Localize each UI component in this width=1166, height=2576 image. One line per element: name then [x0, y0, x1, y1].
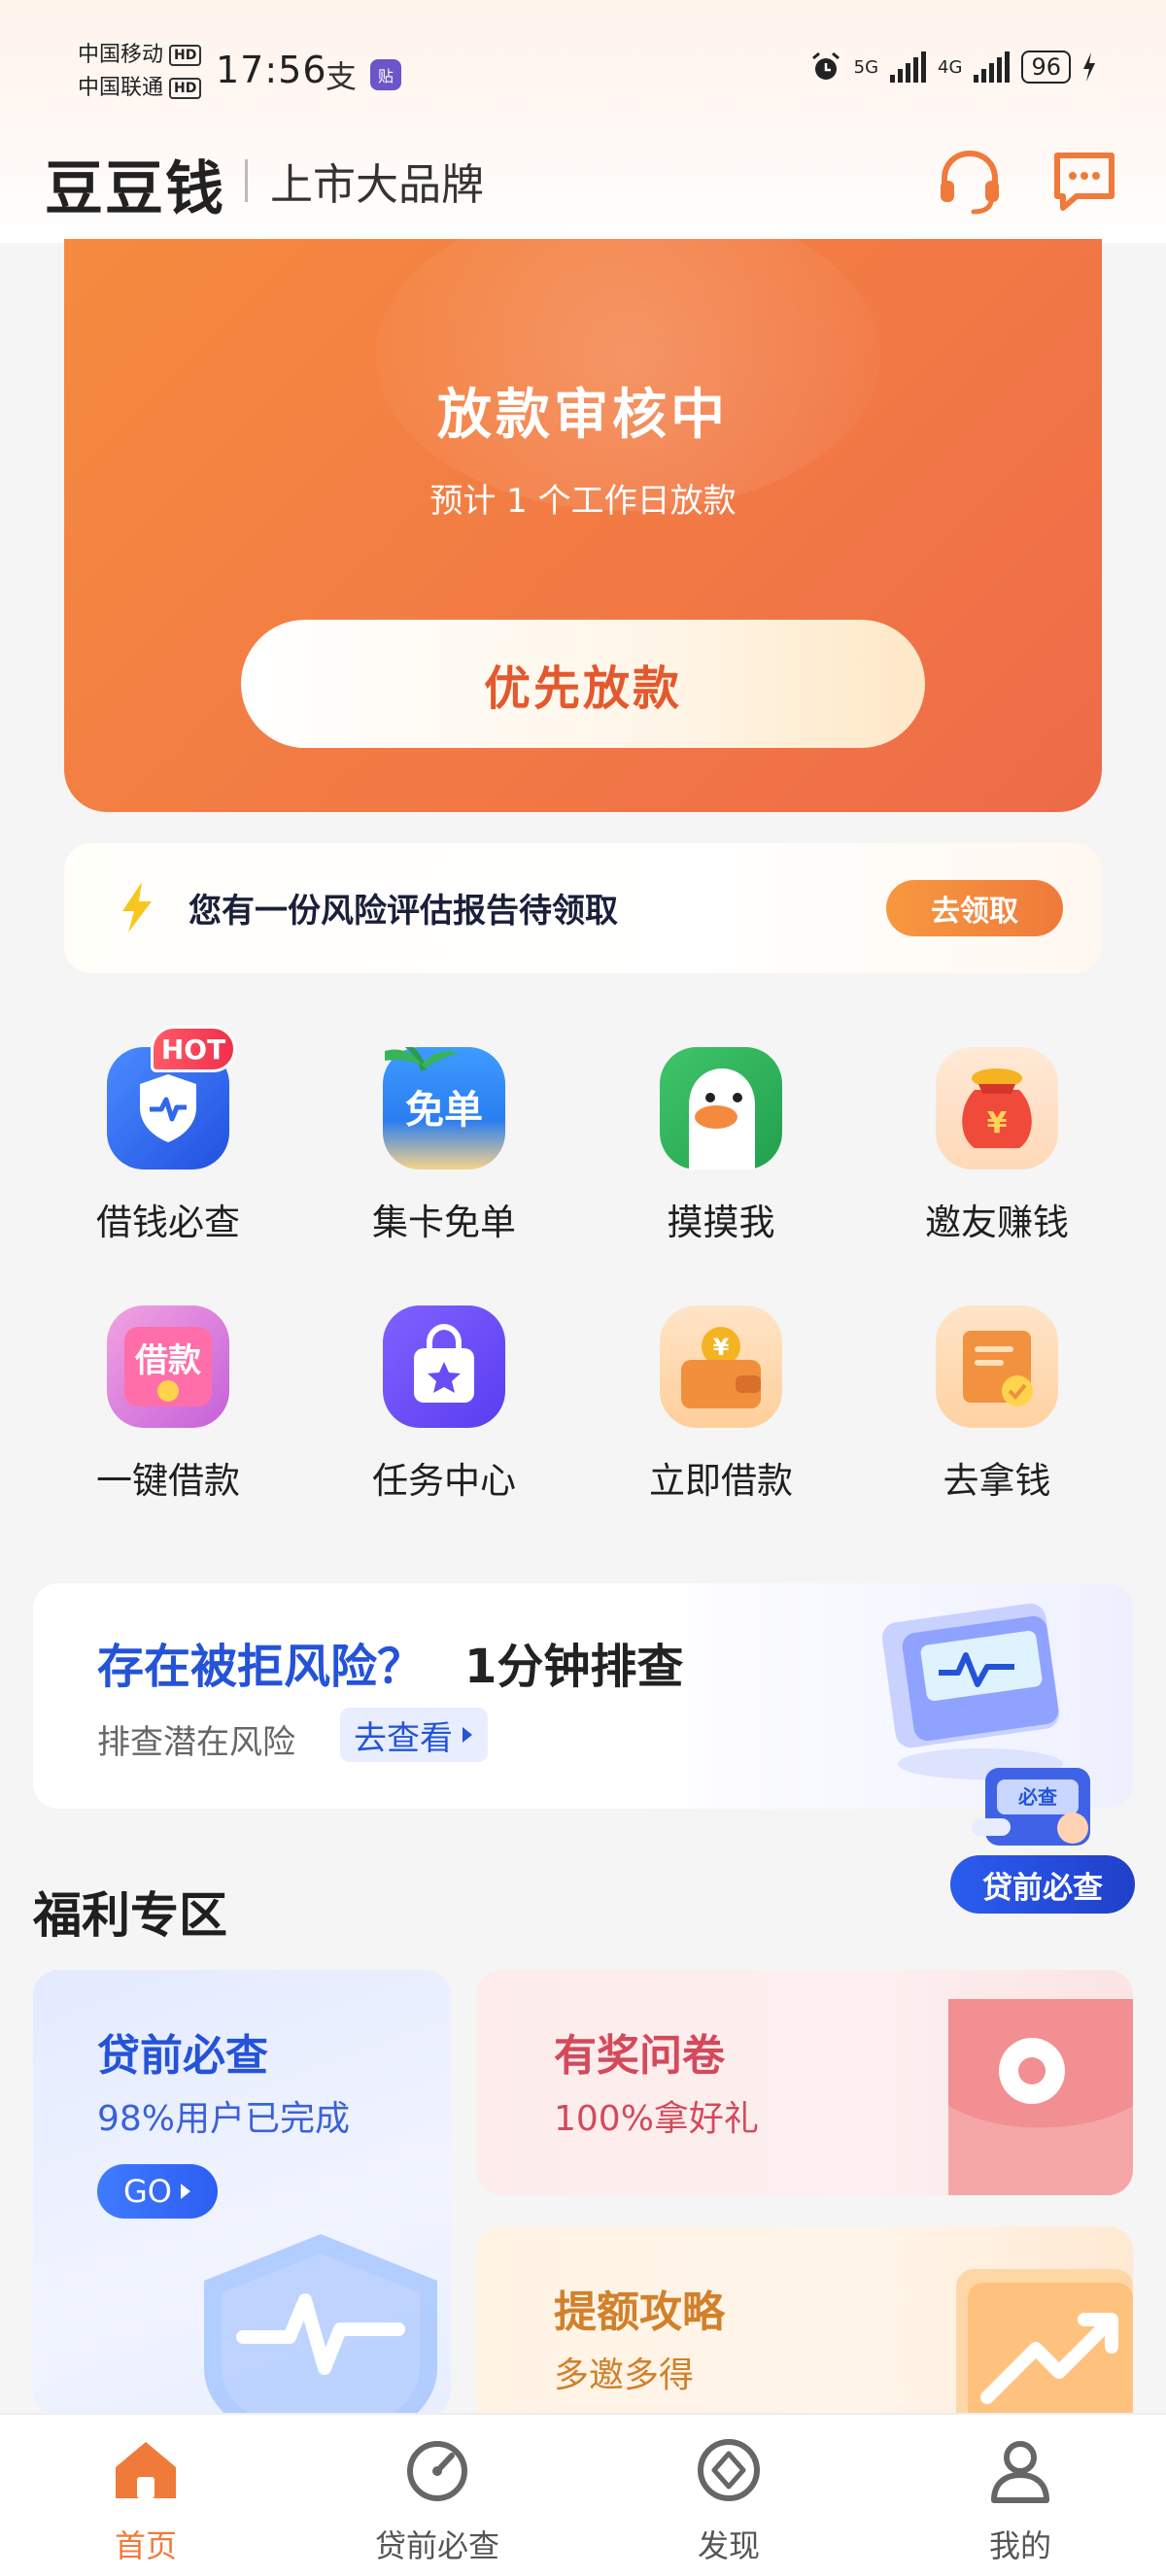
- risk-report-banner[interactable]: 您有一份风险评估报告待领取 去领取: [64, 843, 1102, 973]
- loan-status-card: 放款审核中 预计 1 个工作日放款 优先放款: [64, 239, 1102, 812]
- speedometer-icon: [407, 2441, 467, 2501]
- notification-icons: 支 贴: [326, 52, 402, 97]
- grid-item-get-money[interactable]: 去拿钱: [871, 1305, 1123, 1539]
- brand-divider: [245, 159, 248, 202]
- card-subtitle: 100%拿好礼: [554, 2099, 759, 2139]
- go-label: GO: [123, 2173, 172, 2210]
- app-notification-icon: 贴: [370, 59, 402, 90]
- nav-label: 发现: [697, 2527, 760, 2564]
- nav-pre-loan-check[interactable]: 贷前必查: [292, 2415, 583, 2576]
- clock: 17:56: [216, 49, 327, 91]
- priority-payout-button[interactable]: 优先放款: [241, 620, 925, 748]
- pre-loan-check-float-button[interactable]: 必查 贷前必查: [950, 1758, 1137, 1914]
- loan-status-title: 放款审核中: [437, 384, 729, 447]
- grid-item-label: 邀友赚钱: [925, 1202, 1069, 1243]
- nav-label: 贷前必查: [374, 2527, 499, 2564]
- status-right: 5G 4G 96: [809, 51, 1096, 84]
- wallet-icon: ¥: [660, 1305, 782, 1428]
- headset-icon: [941, 150, 999, 215]
- duck-icon: [660, 1047, 782, 1169]
- triangle-right-icon: [463, 1727, 472, 1743]
- grid-item-label: 任务中心: [372, 1460, 516, 1502]
- risk-title: 存在被拒风险？: [97, 1640, 425, 1694]
- grid-item-label: 集卡免单: [372, 1202, 516, 1243]
- hot-badge: HOT: [151, 1026, 236, 1072]
- home-icon: [116, 2442, 176, 2498]
- charging-icon: [1083, 52, 1095, 82]
- grid-item-label: 一键借款: [96, 1460, 240, 1502]
- pre-loan-check-card[interactable]: 贷前必查 98%用户已完成 GO: [33, 1970, 451, 2417]
- risk-report-text: 您有一份风险评估报告待领取: [189, 892, 618, 931]
- card-subtitle: 98%用户已完成: [97, 2099, 351, 2139]
- grid-item-label: 立即借款: [649, 1460, 793, 1502]
- free-order-icon: 免单: [383, 1047, 505, 1169]
- pre-check-device-icon: 必查: [972, 1768, 1090, 1846]
- view-risk-link[interactable]: 去查看: [340, 1708, 488, 1762]
- grid-item-label: 摸摸我: [667, 1202, 775, 1243]
- user-icon: [991, 2441, 1049, 2503]
- free-order-text: 免单: [405, 1088, 483, 1133]
- shield-pulse-illustration: [204, 2234, 437, 2417]
- card-title: 有奖问卷: [554, 2031, 725, 2081]
- signal-icon: [890, 51, 927, 83]
- grid-item-label: 去拿钱: [943, 1460, 1051, 1502]
- network-5g: 5G: [853, 56, 879, 78]
- pre-check-device-label: 必查: [1017, 1785, 1057, 1809]
- risk-subtitle: 排查潜在风险: [97, 1723, 295, 1762]
- nav-discover[interactable]: 发现: [583, 2415, 874, 2576]
- nav-profile[interactable]: 我的: [874, 2415, 1166, 2576]
- card-title: 贷前必查: [97, 2031, 268, 2081]
- card-title: 提额攻略: [554, 2288, 725, 2337]
- messages-button[interactable]: [1047, 144, 1121, 218]
- hd-badge: HD: [169, 45, 202, 66]
- customer-service-button[interactable]: [933, 144, 1007, 218]
- claim-report-button[interactable]: 去领取: [886, 880, 1063, 936]
- go-button[interactable]: GO: [97, 2164, 218, 2219]
- chat-bubble-icon: [1054, 153, 1115, 211]
- task-bag-icon: [383, 1305, 505, 1428]
- alipay-icon: 支: [326, 58, 358, 95]
- grid-item-borrow-now[interactable]: ¥ 立即借款: [595, 1305, 847, 1539]
- grid-item-free-order[interactable]: 免单 集卡免单: [318, 1047, 570, 1280]
- risk-title-time: 1分钟排查: [464, 1640, 684, 1694]
- scroll-check-icon: [936, 1305, 1058, 1428]
- lightning-icon: [122, 882, 152, 932]
- triangle-right-icon: [180, 2184, 190, 2199]
- grid-item-task-center[interactable]: 任务中心: [318, 1305, 570, 1539]
- network-4g: 4G: [938, 56, 963, 78]
- nav-label: 首页: [114, 2527, 177, 2564]
- card-subtitle: 多邀多得: [554, 2356, 695, 2395]
- signal-icon: [974, 51, 1011, 83]
- grid-item-label: 借钱必查: [96, 1202, 240, 1243]
- brand-logo: 豆豆钱: [45, 155, 225, 223]
- svg-text:¥: ¥: [713, 1334, 730, 1361]
- grid-item-quick-loan[interactable]: 借款 一键借款: [42, 1305, 294, 1539]
- survey-card[interactable]: 有奖问卷 100%拿好礼: [476, 1970, 1133, 2195]
- grid-item-touch-me[interactable]: 摸摸我: [595, 1047, 847, 1280]
- gift-envelope-icon: [948, 1999, 1133, 2195]
- money-bag-icon: ¥: [936, 1047, 1058, 1169]
- svg-text:¥: ¥: [987, 1106, 1008, 1140]
- loan-envelope-text: 借款: [134, 1341, 201, 1380]
- grid-item-loan-check[interactable]: HOT 借钱必查: [42, 1026, 294, 1280]
- alarm-icon: [811, 51, 840, 80]
- app-header: 豆豆钱 上市大品牌: [0, 126, 1166, 238]
- nav-home[interactable]: 首页: [0, 2415, 292, 2576]
- carrier-info: 中国移动 HD 中国联通 HD: [78, 39, 202, 105]
- bottom-navigation: 首页 贷前必查 发现 我的: [0, 2413, 1166, 2576]
- carrier-1: 中国移动: [78, 43, 164, 67]
- view-risk-label: 去查看: [354, 1718, 453, 1758]
- nav-label: 我的: [988, 2527, 1051, 2564]
- battery-level: 96: [1021, 51, 1071, 84]
- brand-slogan: 上市大品牌: [270, 160, 484, 210]
- grid-item-invite-earn[interactable]: ¥ 邀友赚钱: [871, 1047, 1123, 1280]
- hd-badge: HD: [169, 78, 202, 99]
- status-bar: 中国移动 HD 中国联通 HD 17:56 支 贴 5G 4G 96: [0, 0, 1166, 126]
- carrier-2: 中国联通: [78, 76, 164, 100]
- welfare-section-title: 福利专区: [33, 1887, 227, 1944]
- loan-envelope-icon: 借款: [107, 1305, 229, 1428]
- pre-loan-check-label: 贷前必查: [950, 1855, 1135, 1914]
- loan-status-subtitle: 预计 1 个工作日放款: [429, 482, 737, 521]
- compass-icon: [698, 2439, 760, 2501]
